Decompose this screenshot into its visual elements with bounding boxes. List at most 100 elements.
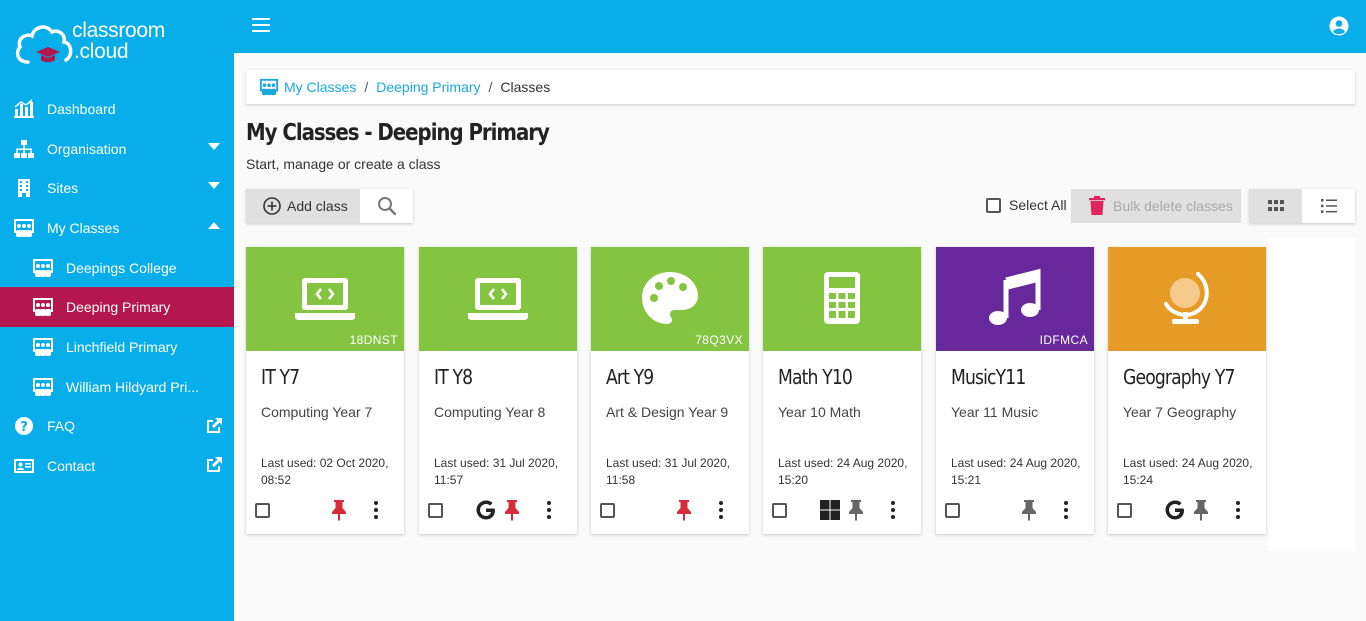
class-title: MusicY11 <box>951 365 1026 389</box>
palette-icon <box>637 266 703 332</box>
pin-icon[interactable] <box>502 499 522 521</box>
last-used-time: 15:21 <box>951 473 982 487</box>
sidebar-item-deeping-primary[interactable]: Deeping Primary <box>0 287 234 328</box>
class-code: 18DNST <box>349 333 398 347</box>
class-description: Year 10 Math <box>778 404 861 420</box>
question-icon: ? <box>13 416 35 436</box>
sidebar-item-sites[interactable]: Sites <box>0 168 234 208</box>
account-icon[interactable] <box>1329 16 1349 36</box>
sidebar-item-linchfield-primary[interactable]: Linchfield Primary <box>0 327 234 367</box>
last-used-date: Last used: 24 Aug 2020, <box>1123 456 1253 470</box>
last-used-date: Last used: 24 Aug 2020, <box>951 456 1081 470</box>
card-checkbox[interactable] <box>945 503 960 518</box>
external-link-icon[interactable] <box>204 455 224 475</box>
pin-icon[interactable] <box>1191 499 1211 521</box>
card-header[interactable] <box>419 247 577 351</box>
breadcrumb-separator: / <box>364 79 369 95</box>
class-title: Art Y9 <box>606 365 654 389</box>
sidebar-item-deepings-college[interactable]: Deepings College <box>0 248 234 288</box>
breadcrumb-my-classes[interactable]: My Classes <box>284 79 356 95</box>
external-link-icon[interactable] <box>204 416 224 436</box>
select-all[interactable]: Select All <box>986 197 1067 213</box>
calculator-icon <box>809 266 875 332</box>
class-card[interactable]: IDFMCA MusicY11 Year 11 Music Last used:… <box>936 247 1094 534</box>
class-card[interactable]: IT Y8 Computing Year 8 Last used: 31 Jul… <box>419 247 577 534</box>
sidebar-item-dashboard[interactable]: Dashboard <box>0 89 234 129</box>
add-class-button[interactable]: Add class <box>246 189 360 223</box>
page-subtitle: Start, manage or create a class <box>246 156 441 172</box>
chevron-up-icon <box>208 222 220 230</box>
sidebar: classroom .cloud Dashboard Organisation … <box>0 0 234 621</box>
last-used-time: 15:24 <box>1123 473 1154 487</box>
more-options-icon[interactable] <box>546 500 552 520</box>
card-checkbox[interactable] <box>1117 503 1132 518</box>
class-description: Year 7 Geography <box>1123 404 1237 420</box>
more-options-icon[interactable] <box>1235 500 1241 520</box>
sidebar-item-label: Organisation <box>47 140 127 157</box>
more-options-icon[interactable] <box>373 500 379 520</box>
class-description: Computing Year 7 <box>261 404 373 420</box>
card-footer <box>591 499 749 523</box>
card-header[interactable]: IDFMCA <box>936 247 1094 351</box>
microsoft-icon <box>819 499 841 521</box>
card-footer <box>936 499 1094 523</box>
sidebar-nav: Dashboard Organisation Sites My Classes <box>0 89 234 486</box>
hamburger-menu-icon[interactable] <box>252 18 270 32</box>
class-card[interactable]: Geography Y7 Year 7 Geography Last used:… <box>1108 247 1266 534</box>
card-footer <box>419 499 577 523</box>
pin-icon[interactable] <box>1019 499 1039 521</box>
pin-icon[interactable] <box>846 499 866 521</box>
page-title: My Classes - Deeping Primary <box>246 120 550 146</box>
breadcrumb-deeping-primary[interactable]: Deeping Primary <box>376 79 480 95</box>
more-options-icon[interactable] <box>718 500 724 520</box>
sidebar-item-william-hildyard[interactable]: William Hildyard Pri... <box>0 367 234 407</box>
list-view-button[interactable] <box>1302 189 1355 223</box>
bulk-delete-button[interactable]: Bulk delete classes <box>1071 189 1241 223</box>
last-used: Last used: 24 Aug 2020, 15:21 <box>951 455 1091 489</box>
class-card[interactable]: Math Y10 Year 10 Math Last used: 24 Aug … <box>763 247 921 534</box>
last-used-time: 11:58 <box>606 473 636 487</box>
class-card[interactable]: 18DNST IT Y7 Computing Year 7 Last used:… <box>246 247 404 534</box>
last-used-time: 15:20 <box>778 473 809 487</box>
grid-view-button[interactable] <box>1249 189 1302 223</box>
pin-icon[interactable] <box>329 499 349 521</box>
search-button[interactable] <box>360 189 413 223</box>
chevron-down-icon <box>208 182 220 190</box>
classes-icon <box>32 377 54 397</box>
sidebar-item-organisation[interactable]: Organisation <box>0 129 234 169</box>
classes-icon <box>32 258 54 278</box>
last-used: Last used: 24 Aug 2020, 15:20 <box>778 455 918 489</box>
sidebar-item-label: Deeping Primary <box>66 299 171 316</box>
logo[interactable]: classroom .cloud <box>14 20 165 68</box>
sidebar-item-contact[interactable]: Contact <box>0 446 234 486</box>
card-footer <box>246 499 404 523</box>
class-description: Art & Design Year 9 <box>606 404 729 420</box>
last-used-date: Last used: 31 Jul 2020, <box>434 456 559 470</box>
class-code: IDFMCA <box>1039 333 1088 347</box>
card-checkbox[interactable] <box>600 503 615 518</box>
last-used: Last used: 02 Oct 2020, 08:52 <box>261 455 401 489</box>
more-options-icon[interactable] <box>890 500 896 520</box>
more-options-icon[interactable] <box>1063 500 1069 520</box>
card-checkbox[interactable] <box>428 503 443 518</box>
content-panel <box>1268 238 1355 551</box>
card-header[interactable] <box>1108 247 1266 351</box>
sidebar-item-my-classes[interactable]: My Classes <box>0 208 234 248</box>
sidebar-item-faq[interactable]: ? FAQ <box>0 407 234 447</box>
class-card[interactable]: 78Q3VX Art Y9 Art & Design Year 9 Last u… <box>591 247 749 534</box>
add-circle-icon <box>263 197 281 215</box>
sidebar-item-label: Deepings College <box>66 259 177 276</box>
card-header[interactable] <box>763 247 921 351</box>
pin-icon[interactable] <box>674 499 694 521</box>
card-header[interactable]: 78Q3VX <box>591 247 749 351</box>
sidebar-item-label: FAQ <box>47 418 76 435</box>
card-header[interactable]: 18DNST <box>246 247 404 351</box>
sidebar-item-label: Contact <box>47 458 96 475</box>
select-all-checkbox[interactable] <box>986 197 1001 213</box>
globe-icon <box>1154 266 1220 332</box>
card-checkbox[interactable] <box>772 503 787 518</box>
last-used: Last used: 31 Jul 2020, 11:58 <box>606 455 746 489</box>
card-checkbox[interactable] <box>255 503 270 518</box>
classes-icon <box>32 337 54 357</box>
class-description: Computing Year 8 <box>434 404 546 420</box>
